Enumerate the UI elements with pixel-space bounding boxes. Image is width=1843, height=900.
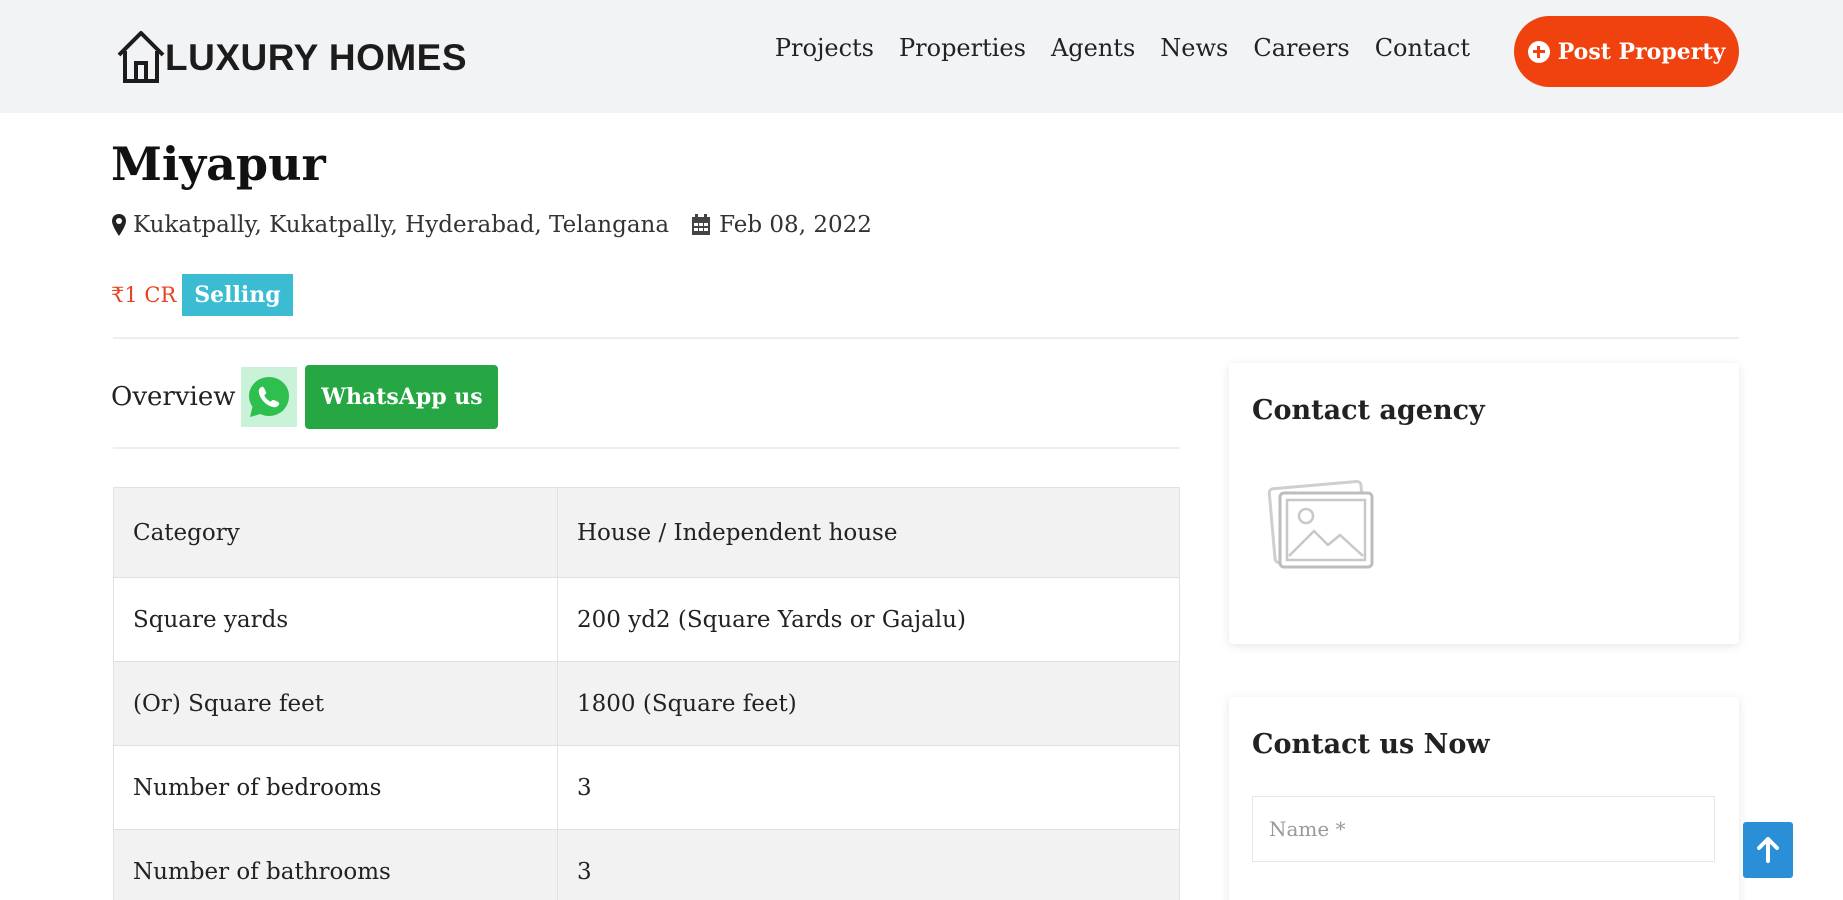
table-row: Category House / Independent house: [113, 487, 1180, 578]
spec-value: House / Independent house: [557, 487, 1180, 578]
property-meta: Kukatpally, Kukatpally, Hyderabad, Telan…: [111, 212, 872, 238]
page-title: Miyapur: [111, 137, 326, 191]
nav-properties[interactable]: Properties: [899, 34, 1026, 62]
property-price: ₹1 CR: [111, 283, 177, 307]
nav-careers[interactable]: Careers: [1253, 34, 1349, 62]
spec-value: 3: [557, 829, 1180, 900]
divider: [113, 447, 1180, 449]
overview-label: Overview: [111, 382, 236, 412]
spec-key: Number of bedrooms: [113, 745, 558, 830]
contact-agency-card: Contact agency: [1229, 363, 1739, 644]
logo[interactable]: LUXURY HOMES: [113, 25, 467, 85]
plus-circle-icon: [1527, 40, 1550, 63]
arrow-up-icon: [1757, 837, 1779, 863]
post-property-label: Post Property: [1557, 38, 1726, 65]
site-header: LUXURY HOMES Projects Properties Agents …: [0, 0, 1843, 113]
image-placeholder-icon: [1267, 479, 1374, 569]
map-marker-icon: [112, 214, 126, 236]
table-row: (Or) Square feet 1800 (Square feet): [113, 661, 1180, 746]
spec-key: Square yards: [113, 577, 558, 662]
logo-text: LUXURY HOMES: [165, 37, 468, 78]
nav-contact[interactable]: Contact: [1375, 34, 1470, 62]
divider: [113, 337, 1739, 339]
nav-agents[interactable]: Agents: [1051, 34, 1135, 62]
spec-key: Category: [113, 487, 558, 578]
house-logo-icon: [117, 31, 165, 83]
contact-form-card: Contact us Now: [1229, 697, 1739, 900]
nav-news[interactable]: News: [1160, 34, 1228, 62]
main-nav: Projects Properties Agents News Careers …: [775, 34, 1470, 62]
spec-key: (Or) Square feet: [113, 661, 558, 746]
status-badge: Selling: [182, 274, 293, 316]
spec-value: 1800 (Square feet): [557, 661, 1180, 746]
spec-value: 3: [557, 745, 1180, 830]
contact-agency-title: Contact agency: [1252, 395, 1485, 426]
calendar-icon: [692, 214, 711, 235]
scroll-to-top-button[interactable]: [1743, 822, 1793, 878]
spec-key: Number of bathrooms: [113, 829, 558, 900]
table-row: Square yards 200 yd2 (Square Yards or Ga…: [113, 577, 1180, 662]
price-row: ₹1 CR Selling: [111, 274, 293, 316]
contact-form-title: Contact us Now: [1252, 729, 1490, 760]
post-property-button[interactable]: Post Property: [1514, 16, 1739, 87]
spec-value: 200 yd2 (Square Yards or Gajalu): [557, 577, 1180, 662]
table-row: Number of bedrooms 3: [113, 745, 1180, 830]
name-input[interactable]: [1252, 796, 1715, 862]
table-row: Number of bathrooms 3: [113, 829, 1180, 900]
nav-projects[interactable]: Projects: [775, 34, 874, 62]
property-location: Kukatpally, Kukatpally, Hyderabad, Telan…: [133, 212, 670, 238]
whatsapp-button[interactable]: WhatsApp us: [305, 365, 499, 429]
whatsapp-icon[interactable]: [241, 367, 298, 427]
property-date: Feb 08, 2022: [719, 212, 872, 238]
overview-header: Overview WhatsApp us: [111, 365, 499, 429]
property-specs-table: Category House / Independent house Squar…: [113, 487, 1180, 900]
